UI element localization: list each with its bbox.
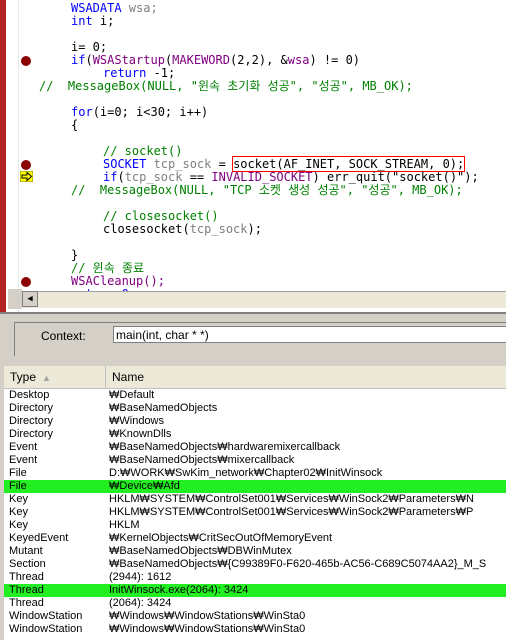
cell-type: Directory (9, 415, 54, 427)
table-row[interactable]: WindowStation ₩Windows₩WindowStations₩Win… (4, 623, 506, 636)
table-row[interactable]: Thread (2944): 1612 (4, 571, 506, 584)
cell-type: Event (9, 441, 38, 453)
cell-type: Thread (9, 584, 44, 596)
cell-type: Key (9, 506, 28, 518)
cell-type: Directory (9, 402, 54, 414)
cell-name: ₩KernelObjects₩CritSecOutOfMemoryEvent (109, 532, 333, 544)
context-label: Context: (41, 329, 86, 343)
table-row[interactable]: KeyedEvent ₩KernelObjects₩CritSecOutOfMem… (4, 532, 506, 545)
sort-ascending-icon: ▲ (42, 373, 51, 383)
code-line: int i; (71, 14, 115, 28)
cell-type: Key (9, 519, 28, 531)
cell-name: ₩BaseNamedObjects₩DBWinMutex (109, 545, 292, 557)
code-comment: // MessageBox(NULL, "윈속 초기화 성공", "성공", M… (39, 79, 413, 93)
cell-type: KeyedEvent (9, 532, 69, 544)
cell-name: ₩Default (109, 389, 155, 401)
code-comment: // MessageBox(NULL, "TCP 소켓 생성 성공", "성공"… (71, 183, 463, 197)
table-row[interactable]: Directory ₩BaseNamedObjects (4, 402, 506, 415)
table-row[interactable]: File ₩Device₩Afd (4, 480, 506, 493)
cell-name: ₩BaseNamedObjects₩{C99389F0-F620-465b-AC… (109, 558, 487, 570)
cell-name: HKLM (109, 519, 140, 531)
cell-name: ₩Windows (109, 415, 165, 427)
cell-type: Mutant (9, 545, 43, 557)
cell-type: File (9, 467, 27, 479)
cell-name: ₩Windows₩WindowStations₩WinSta0 (109, 623, 306, 635)
table-row[interactable]: File D:₩WORK₩SwKim_network₩Chapter02₩Init… (4, 467, 506, 480)
cell-type: WindowStation (9, 623, 83, 635)
cell-type: WindowStation (9, 610, 83, 622)
table-row[interactable]: Thread InitWinsock.exe(2064): 3424 (4, 584, 506, 597)
context-bar: Context: main(int, char * *) (0, 312, 506, 359)
cell-type: Thread (9, 571, 44, 583)
cell-name: InitWinsock.exe(2064): 3424 (109, 584, 249, 596)
scroll-left-arrow-icon[interactable]: ◀ (22, 291, 38, 307)
table-row[interactable]: Thread (2064): 3424 (4, 597, 506, 610)
table-row[interactable]: Section ₩BaseNamedObjects₩{C99389F0-F620-… (4, 558, 506, 571)
current-statement-arrow-icon (20, 171, 33, 182)
table-row[interactable]: Directory ₩Windows (4, 415, 506, 428)
table-row[interactable]: Mutant ₩BaseNamedObjects₩DBWinMutex (4, 545, 506, 558)
horizontal-scrollbar[interactable] (22, 291, 506, 308)
column-header-name[interactable]: Name (106, 366, 506, 388)
cell-name: ₩BaseNamedObjects (109, 402, 218, 414)
code-line: { (71, 118, 79, 132)
table-row[interactable]: Event ₩BaseNamedObjects₩mixercallback (4, 454, 506, 467)
cell-name: HKLM₩SYSTEM₩ControlSet001₩Services₩WinSo… (109, 493, 474, 505)
splitter-handle[interactable] (8, 289, 22, 309)
table-row[interactable]: Directory ₩KnownDlls (4, 428, 506, 441)
cell-name: (2064): 3424 (109, 597, 172, 609)
cell-type: Desktop (9, 389, 50, 401)
cell-name: ₩Windows₩WindowStations₩WinSta0 (109, 610, 306, 622)
breakpoint-icon[interactable] (21, 56, 31, 66)
code-line: closesocket(tcp_sock); (103, 222, 262, 236)
code-line: for(i=0; i<30; i++) (71, 105, 209, 119)
context-dropdown[interactable]: main(int, char * *) (113, 326, 506, 343)
cell-type: Thread (9, 597, 44, 609)
table-row[interactable]: Key HKLM₩SYSTEM₩ControlSet001₩Services₩Wi… (4, 493, 506, 506)
column-header-type[interactable]: Type ▲ (4, 366, 106, 388)
editor-left-edge (0, 0, 6, 312)
handles-list[interactable]: Type ▲ Name Desktop ₩Default Directory ₩Base… (0, 366, 506, 640)
table-row[interactable]: Desktop ₩Default (4, 389, 506, 402)
cell-type: Section (9, 558, 46, 570)
cell-type: Key (9, 493, 28, 505)
cell-type: File (9, 480, 27, 492)
table-row[interactable]: WindowStation ₩Windows₩WindowStations₩Win… (4, 610, 506, 623)
table-row[interactable]: Key HKLM₩SYSTEM₩ControlSet001₩Services₩Wi… (4, 506, 506, 519)
cell-name: ₩BaseNamedObjects₩mixercallback (109, 454, 295, 466)
code-editor[interactable]: WSADATA wsa; int i; i= 0; if(WSAStartup(… (0, 0, 506, 312)
cell-name: ₩Device₩Afd (109, 480, 180, 492)
breakpoint-icon[interactable] (21, 277, 31, 287)
selected-expression: socket(AF_INET, SOCK_STREAM, 0); (232, 156, 466, 172)
cell-type: Directory (9, 428, 54, 440)
cell-name: ₩BaseNamedObjects₩hardwaremixercallback (109, 441, 341, 453)
context-panel: Context: main(int, char * *) (14, 322, 506, 359)
list-header: Type ▲ Name (4, 366, 506, 389)
table-row[interactable]: Event ₩BaseNamedObjects₩hardwaremixercall… (4, 441, 506, 454)
breakpoint-icon[interactable] (21, 160, 31, 170)
cell-type: Event (9, 454, 38, 466)
cell-name: HKLM₩SYSTEM₩ControlSet001₩Services₩WinSo… (109, 506, 474, 518)
cell-name: D:₩WORK₩SwKim_network₩Chapter02₩InitWins… (109, 467, 383, 479)
table-row[interactable]: Key HKLM (4, 519, 506, 532)
cell-name: ₩KnownDlls (109, 428, 172, 440)
cell-name: (2944): 1612 (109, 571, 172, 583)
